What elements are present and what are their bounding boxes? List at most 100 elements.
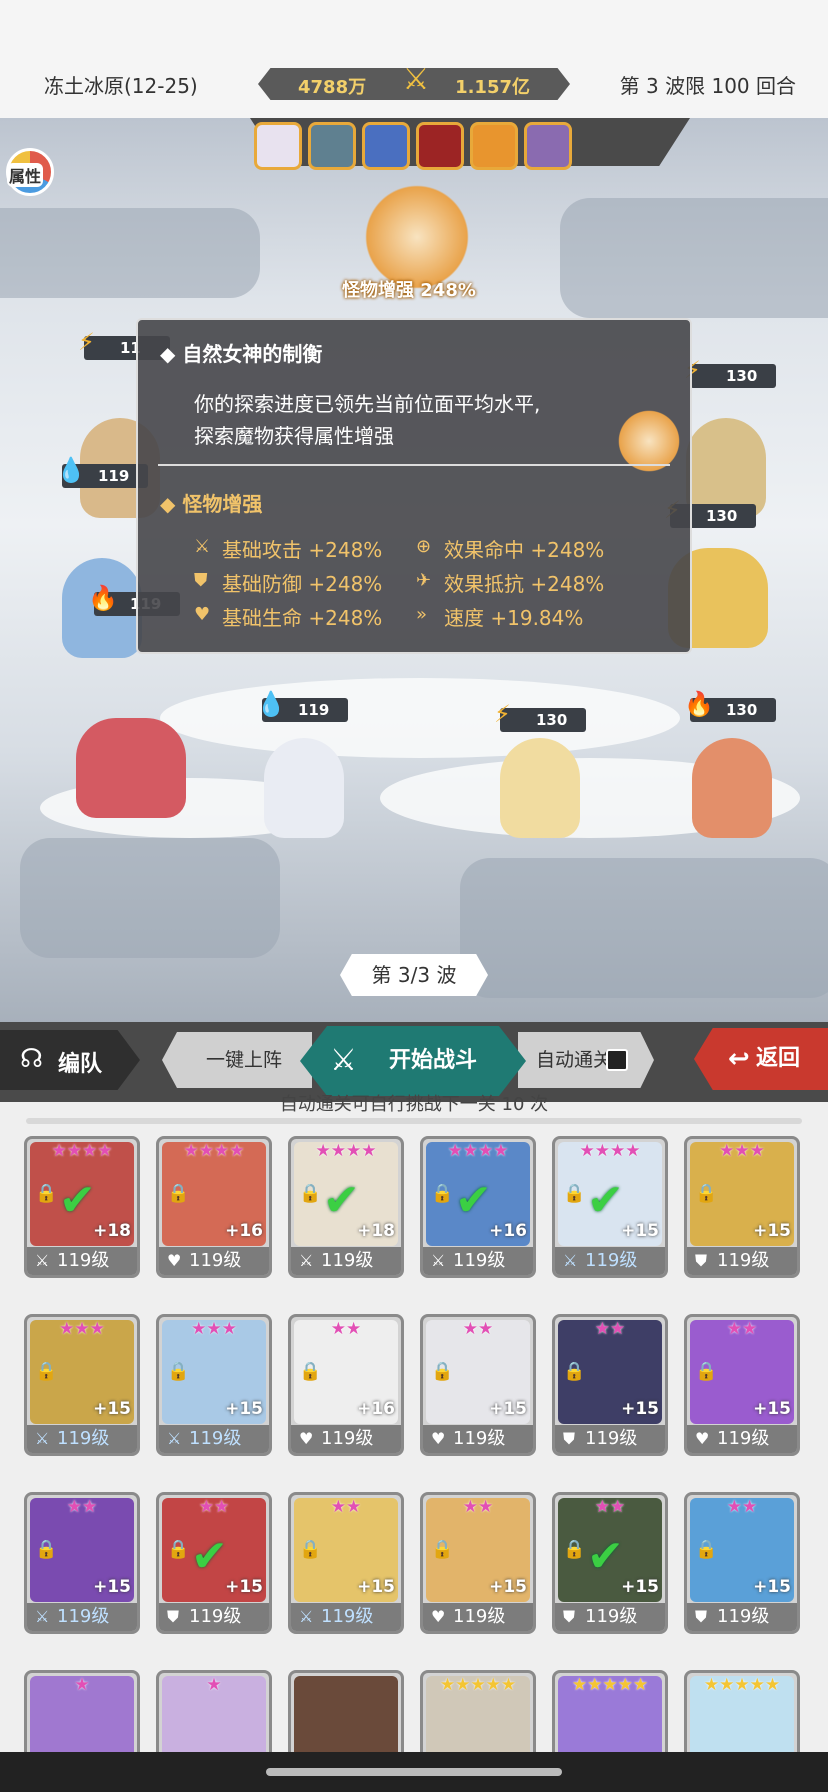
enemy-avatar[interactable] bbox=[524, 122, 572, 170]
home-indicator[interactable] bbox=[266, 1768, 562, 1776]
hero-level-text: 119级 bbox=[57, 1428, 110, 1449]
hero-card[interactable]: ★★ 🔒 +15 ♥ 119级 bbox=[420, 1314, 536, 1456]
hero-card[interactable]: ★★ 🔒 +15 ⛊ 119级 bbox=[684, 1492, 800, 1634]
wave-indicator: 第 3/3 波 bbox=[340, 954, 488, 996]
hero-level: ♥ 119级 bbox=[423, 1425, 533, 1453]
unit-sprite bbox=[686, 418, 766, 518]
lock-icon: 🔒 bbox=[299, 1361, 322, 1382]
hero-enhance-level: +16 bbox=[357, 1399, 395, 1419]
enemy-avatar[interactable] bbox=[308, 122, 356, 170]
enemy-avatar[interactable] bbox=[362, 122, 410, 170]
enemy-avatar[interactable] bbox=[470, 122, 518, 170]
hero-card[interactable]: ★★★★ 🔒 ✔ +18 ⚔ 119级 bbox=[24, 1136, 140, 1278]
auto-clear-toggle[interactable]: 自动通关 bbox=[518, 1032, 654, 1088]
hero-level: ⛊ 119级 bbox=[159, 1603, 269, 1631]
lock-icon: 🔒 bbox=[299, 1183, 322, 1204]
enemy-avatar[interactable] bbox=[254, 122, 302, 170]
hero-card[interactable]: ★★★★ 🔒 ✔ +15 ⚔ 119级 bbox=[552, 1136, 668, 1278]
unit-sprite bbox=[692, 738, 772, 838]
hero-stars: ★★★ bbox=[719, 1141, 765, 1161]
top-bar: 冻土冰原(12-25) 4788万 ⚔ 1.157亿 第 3 波限 100 回合 bbox=[0, 0, 828, 118]
auto-clear-hint: 自动通关可自行挑战下一关 10 次 bbox=[279, 1094, 549, 1115]
hero-stars: ★★ bbox=[462, 1319, 494, 1339]
hero-level-text: 119级 bbox=[717, 1606, 770, 1627]
stat-defense: 基础防御 +248% bbox=[222, 572, 383, 596]
team-button[interactable]: ☊ 编队 bbox=[0, 1030, 140, 1090]
stat-speed: 速度 +19.84% bbox=[444, 606, 584, 630]
hero-level: ⚔ 119级 bbox=[27, 1603, 137, 1631]
headset-icon: ☊ bbox=[20, 1044, 44, 1074]
hero-enhance-level: +15 bbox=[357, 1577, 395, 1597]
hero-stars: ★★★★★ bbox=[439, 1675, 517, 1695]
unit-level-tag: 🔥 130 bbox=[684, 692, 776, 722]
tooltip-text-line2: 探索魔物获得属性增强 bbox=[194, 424, 394, 448]
hero-stars: ★★★★ bbox=[183, 1141, 245, 1161]
selected-check-icon: ✔ bbox=[59, 1175, 96, 1226]
hero-card[interactable]: ★★ 🔒 ✔ +15 ⛊ 119级 bbox=[156, 1492, 272, 1634]
hero-card[interactable]: ★★★ 🔒 +15 ⛊ 119级 bbox=[684, 1136, 800, 1278]
hero-stars: ★ bbox=[206, 1675, 222, 1695]
hero-card[interactable]: ★★★★ 🔒 +16 ♥ 119级 bbox=[156, 1136, 272, 1278]
hero-card[interactable]: ★★★ 🔒 +15 ⚔ 119级 bbox=[156, 1314, 272, 1456]
one-key-deploy-button[interactable]: 一键上阵 bbox=[162, 1032, 312, 1088]
hero-level: ⚔ 119级 bbox=[159, 1425, 269, 1453]
stat-attack: 基础攻击 +248% bbox=[222, 538, 383, 562]
shield-icon: ⛊ bbox=[167, 1607, 180, 1626]
hero-card[interactable]: ★★ 🔒 +15 ⚔ 119级 bbox=[24, 1492, 140, 1634]
return-arrow-icon: ↩ bbox=[728, 1044, 750, 1074]
monster-boost-tooltip: ◆ 自然女神的制衡 你的探索进度已领先当前位面平均水平, 探索魔物获得属性增强 … bbox=[136, 318, 692, 654]
hero-card[interactable]: ★★★ 🔒 +15 ⚔ 119级 bbox=[24, 1314, 140, 1456]
hero-enhance-level: +15 bbox=[753, 1221, 791, 1241]
hero-card[interactable]: ★★★★ 🔒 ✔ +16 ⚔ 119级 bbox=[420, 1136, 536, 1278]
hero-stars: ★★ bbox=[66, 1497, 98, 1517]
crosshair-icon: ⊕ bbox=[416, 536, 432, 557]
hero-enhance-level: +15 bbox=[489, 1399, 527, 1419]
hero-level: ⛊ 119级 bbox=[687, 1247, 797, 1275]
hero-level-text: 119级 bbox=[585, 1606, 638, 1627]
hero-level: ♥ 119级 bbox=[159, 1247, 269, 1275]
enemy-avatar[interactable] bbox=[416, 122, 464, 170]
crossed-swords-icon: ⚔ bbox=[330, 1043, 357, 1078]
unit-level-tag: 💧 119 bbox=[256, 692, 348, 722]
hero-stars: ★★ bbox=[726, 1497, 758, 1517]
start-battle-button[interactable]: ⚔ 开始战斗 bbox=[300, 1026, 526, 1096]
hero-level-text: 119级 bbox=[585, 1250, 638, 1271]
stage-location: 冻土冰原(12-25) bbox=[44, 74, 198, 98]
hero-stars: ★★ bbox=[330, 1497, 362, 1517]
hero-card[interactable]: ★★ 🔒 +15 ♥ 119级 bbox=[420, 1492, 536, 1634]
auto-clear-label: 自动通关 bbox=[536, 1049, 613, 1071]
hero-level-text: 119级 bbox=[321, 1606, 374, 1627]
lock-icon: 🔒 bbox=[695, 1539, 718, 1560]
hero-level-text: 119级 bbox=[321, 1428, 374, 1449]
unit-sprite bbox=[264, 738, 344, 838]
unit-level-tag: ⚡130 bbox=[684, 358, 776, 388]
power-compare: 4788万 ⚔ 1.157亿 bbox=[258, 68, 570, 100]
attribute-button[interactable]: 属性 bbox=[6, 148, 54, 196]
hero-stars: ★★★★ bbox=[579, 1141, 641, 1161]
hero-level: ⚔ 119级 bbox=[27, 1425, 137, 1453]
lock-icon: 🔒 bbox=[563, 1539, 586, 1560]
hero-card[interactable]: ★★ 🔒 +15 ⚔ 119级 bbox=[288, 1492, 404, 1634]
hero-card[interactable]: ★★ 🔒 ✔ +15 ⛊ 119级 bbox=[552, 1492, 668, 1634]
hero-card[interactable]: ★★ 🔒 +16 ♥ 119级 bbox=[288, 1314, 404, 1456]
lock-icon: 🔒 bbox=[167, 1183, 190, 1204]
selected-check-icon: ✔ bbox=[191, 1531, 228, 1582]
hero-stars: ★★ bbox=[594, 1319, 626, 1339]
hero-card[interactable]: ★★ 🔒 +15 ♥ 119级 bbox=[684, 1314, 800, 1456]
hero-card[interactable]: ★★ 🔒 +15 ⛊ 119级 bbox=[552, 1314, 668, 1456]
hero-card[interactable]: ★★★★ 🔒 ✔ +18 ⚔ 119级 bbox=[288, 1136, 404, 1278]
hero-enhance-level: +15 bbox=[621, 1221, 659, 1241]
attack-icon: ⚔ bbox=[35, 1607, 50, 1626]
auto-clear-checkbox[interactable] bbox=[606, 1049, 628, 1071]
selected-check-icon: ✔ bbox=[587, 1531, 624, 1582]
wave-limit: 第 3 波限 100 回合 bbox=[619, 74, 796, 98]
hero-level: ♥ 119级 bbox=[423, 1603, 533, 1631]
lock-icon: 🔒 bbox=[431, 1361, 454, 1382]
back-button[interactable]: ↩ 返回 bbox=[694, 1028, 828, 1090]
heart-icon: ♥ bbox=[194, 604, 211, 625]
tooltip-title: ◆ 自然女神的制衡 bbox=[160, 342, 323, 366]
hero-level-text: 119级 bbox=[57, 1250, 110, 1271]
heart-icon: ♥ bbox=[695, 1429, 710, 1448]
hero-enhance-level: +15 bbox=[93, 1399, 131, 1419]
lock-icon: 🔒 bbox=[563, 1361, 586, 1382]
